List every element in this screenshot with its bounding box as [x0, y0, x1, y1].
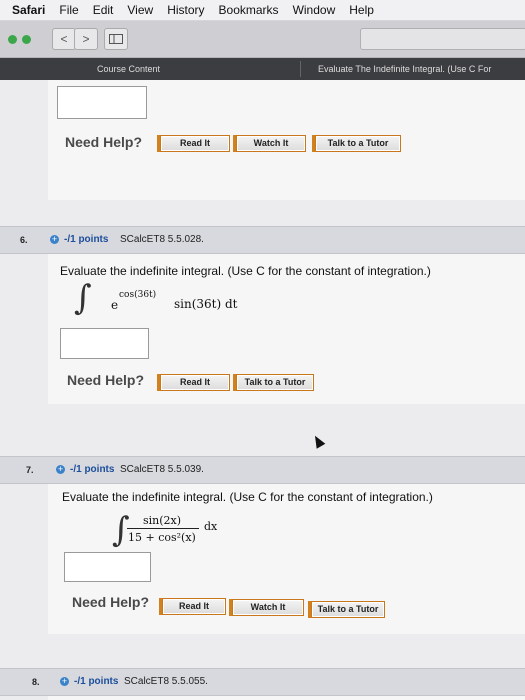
question-source: SCalcET8 5.5.039.	[120, 464, 204, 475]
tab-course-content[interactable]: Course Content	[97, 58, 160, 80]
fraction-bar	[127, 528, 199, 529]
integral-sign: ∫	[74, 278, 92, 318]
menu-help[interactable]: Help	[349, 3, 374, 17]
question-prompt: Evaluate the indefinite integral. (Use C…	[62, 490, 433, 504]
browser-toolbar: < >	[0, 21, 525, 58]
question-number: 8.	[32, 677, 40, 687]
read-it-button[interactable]: Read It	[157, 135, 230, 152]
expand-plus-icon[interactable]: +	[60, 677, 69, 686]
talk-to-tutor-button[interactable]: Talk to a Tutor	[233, 374, 314, 391]
fraction-denominator: 15 + cos²(x)	[128, 531, 196, 544]
points-label: -/1 points	[74, 676, 119, 687]
points-label: -/1 points	[64, 234, 109, 245]
question-5-answer-input[interactable]	[57, 86, 147, 119]
watch-it-button[interactable]: Watch It	[229, 599, 304, 616]
menu-window[interactable]: Window	[293, 3, 336, 17]
integrand-exponent: cos(36t)	[119, 290, 157, 300]
need-help-label: Need Help?	[67, 372, 145, 388]
read-it-button[interactable]: Read It	[157, 374, 230, 391]
app-menu[interactable]: Safari	[12, 3, 45, 17]
question-7-header: 7. + -/1 points SCalcET8 5.5.039.	[0, 456, 525, 484]
mouse-pointer-icon	[310, 433, 326, 449]
question-number: 6.	[20, 235, 28, 245]
menu-edit[interactable]: Edit	[93, 3, 114, 17]
question-source: SCalcET8 5.5.028.	[120, 234, 204, 245]
sidebar-icon	[109, 34, 123, 44]
question-number: 7.	[26, 465, 34, 475]
integrand-base: e	[111, 298, 119, 312]
menu-file[interactable]: File	[59, 3, 78, 17]
tab-evaluate-integral[interactable]: Evaluate The Indefinite Integral. (Use C…	[318, 58, 491, 80]
menu-history[interactable]: History	[167, 3, 204, 17]
expand-plus-icon[interactable]: +	[50, 235, 59, 244]
window-fullscreen-icon[interactable]	[22, 35, 31, 44]
question-7-answer-input[interactable]	[64, 552, 151, 582]
points-label: -/1 points	[70, 464, 115, 475]
differential: dx	[204, 520, 218, 533]
window-zoom-icon[interactable]	[8, 35, 17, 44]
talk-to-tutor-button[interactable]: Talk to a Tutor	[312, 135, 401, 152]
expand-plus-icon[interactable]: +	[56, 465, 65, 474]
integral-sign: ∫	[112, 510, 130, 550]
need-help-label: Need Help?	[65, 134, 143, 150]
question-6-header: 6. + -/1 points SCalcET8 5.5.028.	[0, 226, 525, 254]
read-it-button[interactable]: Read It	[159, 598, 226, 615]
need-help-label: Need Help?	[72, 594, 150, 610]
watch-it-button[interactable]: Watch It	[233, 135, 306, 152]
forward-button[interactable]: >	[74, 28, 98, 50]
menu-bar: Safari File Edit View History Bookmarks …	[0, 0, 525, 21]
talk-to-tutor-button[interactable]: Talk to a Tutor	[308, 601, 385, 618]
question-6-answer-input[interactable]	[60, 328, 149, 359]
question-8-header: 8. + -/1 points SCalcET8 5.5.055.	[0, 668, 525, 696]
tab-bar: Course Content Evaluate The Indefinite I…	[0, 58, 525, 80]
question-prompt: Evaluate the indefinite integral. (Use C…	[60, 264, 431, 278]
back-button[interactable]: <	[52, 28, 76, 50]
fraction-numerator: sin(2x)	[143, 514, 182, 527]
integrand-rest: sin(36t) dt	[174, 297, 238, 311]
page-content: Need Help? Read It Watch It Talk to a Tu…	[0, 80, 525, 700]
tab-divider	[300, 61, 301, 77]
menu-view[interactable]: View	[127, 3, 153, 17]
sidebar-toggle-icon[interactable]	[104, 28, 128, 50]
menu-bookmarks[interactable]: Bookmarks	[219, 3, 279, 17]
question-8-panel	[48, 696, 525, 700]
address-bar[interactable]	[360, 28, 525, 50]
question-source: SCalcET8 5.5.055.	[124, 676, 208, 687]
